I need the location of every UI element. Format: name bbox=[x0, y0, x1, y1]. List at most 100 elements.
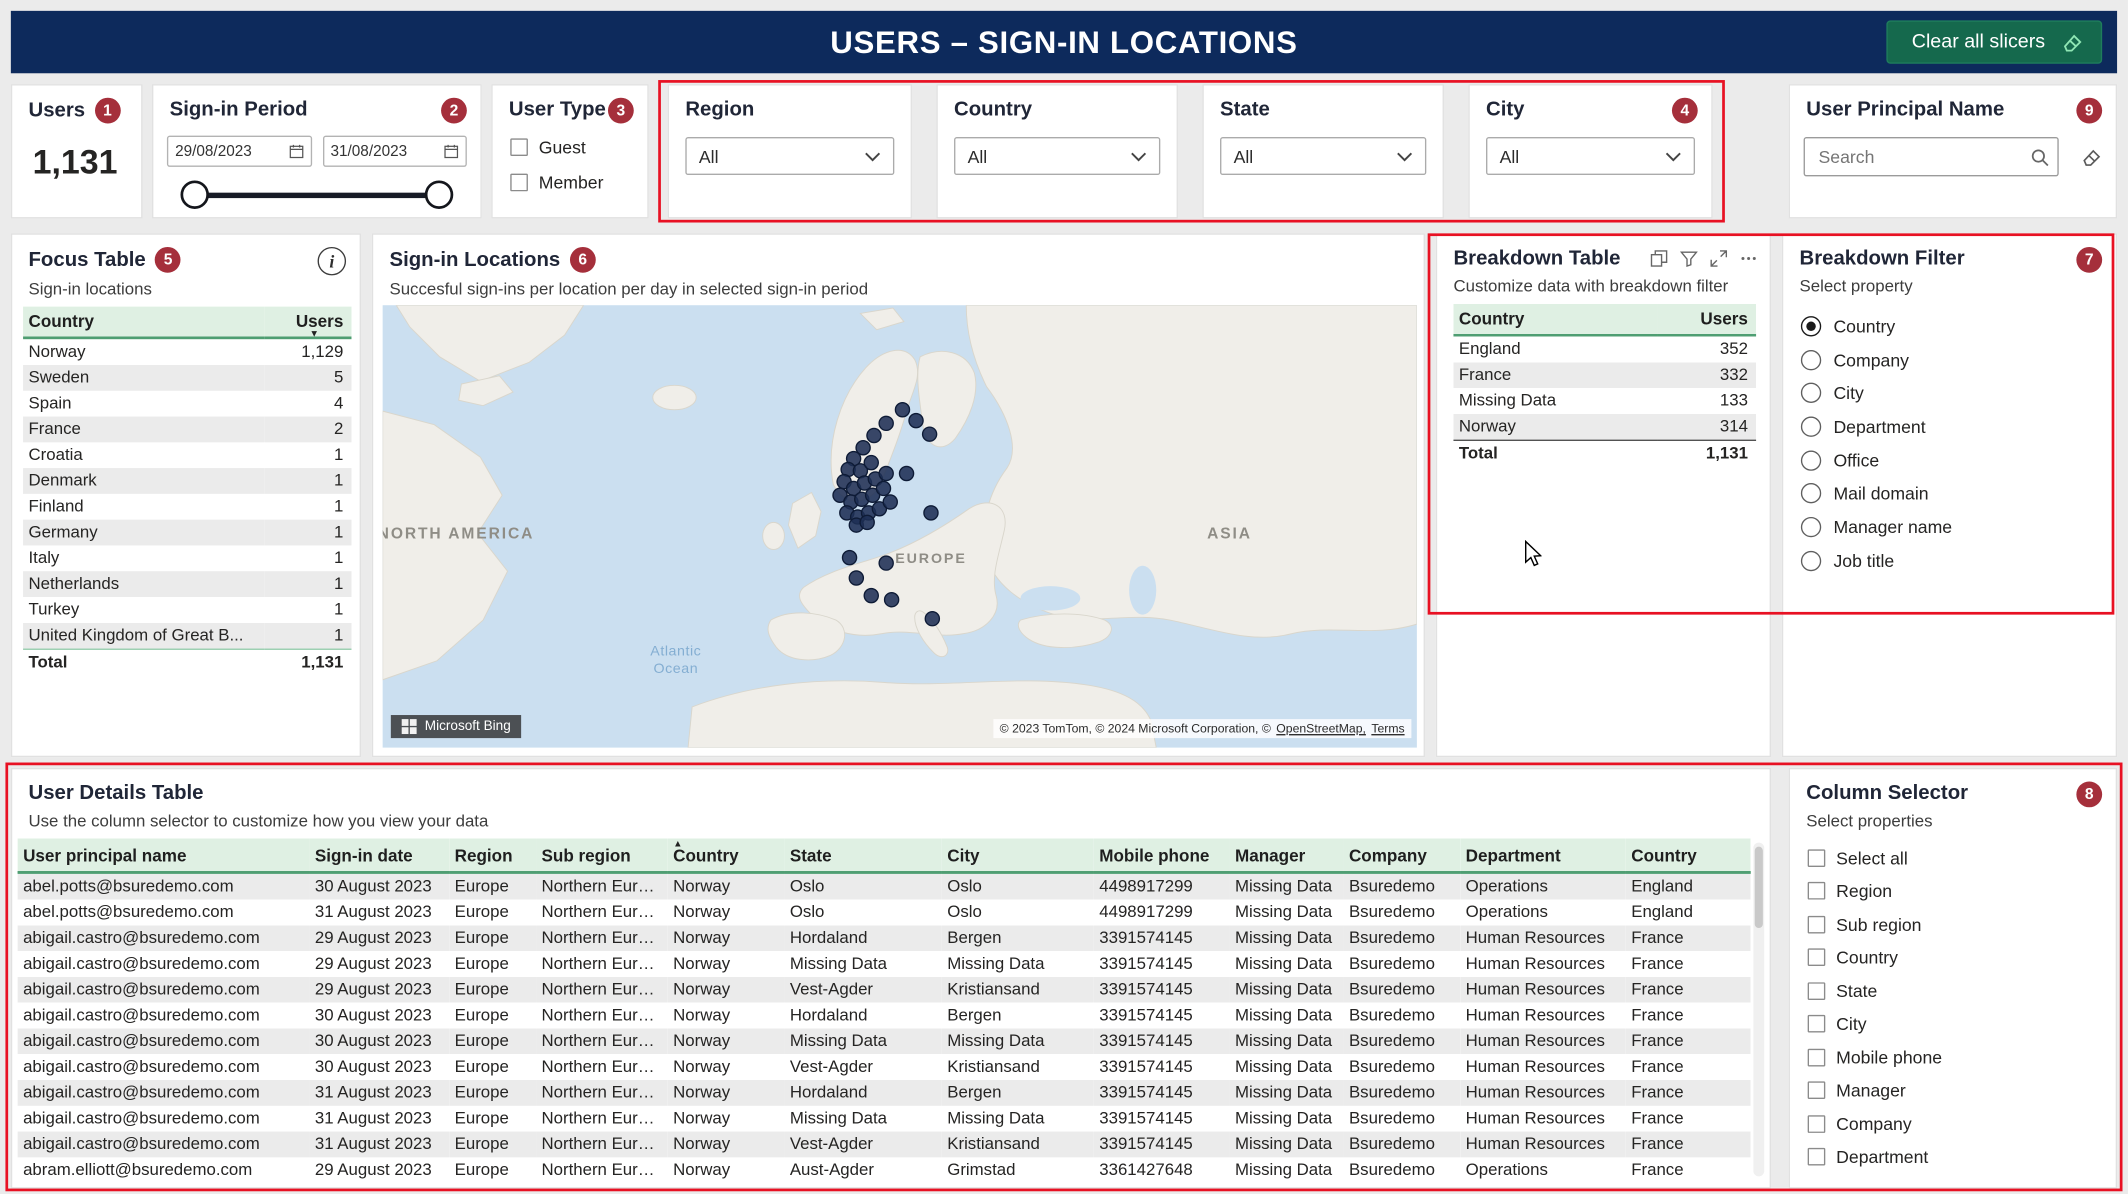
slider-handle-start[interactable] bbox=[180, 180, 208, 208]
column-header-manager[interactable]: Manager bbox=[1230, 839, 1344, 873]
scrollbar-thumb[interactable] bbox=[1755, 847, 1763, 928]
column-option-department[interactable]: Department bbox=[1790, 1140, 2116, 1173]
date-range-slider[interactable] bbox=[180, 179, 453, 212]
user-details-row[interactable]: abigail.castro@bsuredemo.com31 August 20… bbox=[18, 1131, 1751, 1157]
filter-icon[interactable] bbox=[1680, 250, 1698, 268]
user-details-row[interactable]: abigail.castro@bsuredemo.com29 August 20… bbox=[18, 977, 1751, 1003]
user-type-option-guest[interactable]: Guest bbox=[493, 129, 648, 164]
vertical-scrollbar[interactable] bbox=[1753, 843, 1764, 1177]
user-details-row[interactable]: abel.potts@bsuredemo.com31 August 2023Eu… bbox=[18, 900, 1751, 926]
signin-location-dot[interactable] bbox=[876, 481, 890, 495]
radio-option-job-title[interactable]: Job title bbox=[1783, 544, 2115, 577]
column-header-company[interactable]: Company bbox=[1344, 839, 1461, 873]
column-header-country[interactable]: Country bbox=[1626, 839, 1751, 873]
signin-location-dot[interactable] bbox=[924, 506, 938, 520]
column-option-state[interactable]: State bbox=[1790, 974, 2116, 1007]
signin-locations-map[interactable]: NORTH AMERICA EUROPE ASIA Atlantic Ocean bbox=[383, 305, 1417, 747]
focus-table-row[interactable]: Spain4 bbox=[23, 391, 351, 417]
user-details-row[interactable]: abigail.castro@bsuredemo.com31 August 20… bbox=[18, 1080, 1751, 1106]
column-header-users[interactable]: Users▼ bbox=[265, 307, 352, 338]
focus-table-row[interactable]: Finland1 bbox=[23, 494, 351, 520]
copy-icon[interactable] bbox=[1650, 250, 1668, 268]
upn-search-box[interactable] bbox=[1804, 137, 2059, 176]
radio-option-office[interactable]: Office bbox=[1783, 443, 2115, 476]
radio-option-department[interactable]: Department bbox=[1783, 410, 2115, 443]
column-header-country[interactable]: Country bbox=[23, 307, 265, 338]
radio-option-company[interactable]: Company bbox=[1783, 343, 2115, 376]
focus-table-row[interactable]: Netherlands1 bbox=[23, 571, 351, 597]
signin-location-dot[interactable] bbox=[860, 515, 874, 529]
column-option-country[interactable]: Country bbox=[1790, 941, 2116, 974]
signin-location-dot[interactable] bbox=[879, 466, 893, 480]
focus-table-row[interactable]: Germany1 bbox=[23, 520, 351, 546]
column-option-mobile-phone[interactable]: Mobile phone bbox=[1790, 1041, 2116, 1074]
terms-link[interactable]: Terms bbox=[1371, 722, 1404, 736]
signin-location-dot[interactable] bbox=[849, 571, 863, 585]
column-header-region[interactable]: Region bbox=[449, 839, 536, 873]
column-header-country[interactable]: Country▲ bbox=[668, 839, 785, 873]
focus-table-row[interactable]: Sweden5 bbox=[23, 365, 351, 391]
signin-location-dot[interactable] bbox=[864, 456, 878, 470]
user-details-row[interactable]: abigail.castro@bsuredemo.com29 August 20… bbox=[18, 925, 1751, 951]
column-option-company[interactable]: Company bbox=[1790, 1107, 2116, 1140]
user-type-option-member[interactable]: Member bbox=[493, 164, 648, 199]
column-option-manager[interactable]: Manager bbox=[1790, 1074, 2116, 1107]
focus-table-row[interactable]: Croatia1 bbox=[23, 442, 351, 468]
state-dropdown[interactable]: All bbox=[1220, 137, 1426, 175]
radio-option-country[interactable]: Country bbox=[1783, 309, 2115, 342]
column-option-region[interactable]: Region bbox=[1790, 874, 2116, 907]
breakdown-table-row[interactable]: France332 bbox=[1453, 362, 1756, 388]
column-header-sign-in-date[interactable]: Sign-in date bbox=[309, 839, 449, 873]
radio-option-manager-name[interactable]: Manager name bbox=[1783, 510, 2115, 543]
column-header-mobile-phone[interactable]: Mobile phone bbox=[1094, 839, 1230, 873]
eraser-icon[interactable] bbox=[2080, 145, 2103, 168]
clear-all-slicers-button[interactable]: Clear all slicers bbox=[1886, 20, 2102, 63]
end-date-input[interactable]: 31/08/2023 bbox=[322, 136, 467, 167]
column-header-user-principal-name[interactable]: User principal name bbox=[18, 839, 310, 873]
info-icon[interactable]: i bbox=[318, 247, 346, 275]
more-options-icon[interactable] bbox=[1740, 250, 1758, 268]
user-details-row[interactable]: abigail.castro@bsuredemo.com30 August 20… bbox=[18, 1054, 1751, 1080]
region-dropdown[interactable]: All bbox=[685, 137, 894, 175]
column-option-sub-region[interactable]: Sub region bbox=[1790, 908, 2116, 941]
signin-location-dot[interactable] bbox=[864, 589, 878, 603]
signin-location-dot[interactable] bbox=[925, 612, 939, 626]
user-details-row[interactable]: abel.potts@bsuredemo.com30 August 2023Eu… bbox=[18, 872, 1751, 899]
column-header-country[interactable]: Country bbox=[1453, 304, 1657, 335]
breakdown-table-row[interactable]: England352 bbox=[1453, 335, 1756, 362]
focus-table-row[interactable]: Denmark1 bbox=[23, 468, 351, 494]
signin-location-dot[interactable] bbox=[883, 495, 897, 509]
column-header-department[interactable]: Department bbox=[1460, 839, 1626, 873]
signin-location-dot[interactable] bbox=[923, 427, 937, 441]
column-header-state[interactable]: State bbox=[784, 839, 941, 873]
openstreetmap-link[interactable]: OpenStreetMap, bbox=[1276, 722, 1366, 736]
column-header-city[interactable]: City bbox=[942, 839, 1094, 873]
signin-location-dot[interactable] bbox=[885, 593, 899, 607]
column-option-select-all[interactable]: Select all bbox=[1790, 841, 2116, 874]
slider-handle-end[interactable] bbox=[425, 180, 453, 208]
search-input[interactable] bbox=[1816, 145, 2030, 168]
signin-location-dot[interactable] bbox=[899, 466, 913, 480]
signin-location-dot[interactable] bbox=[879, 556, 893, 570]
breakdown-table-row[interactable]: Norway314 bbox=[1453, 414, 1756, 440]
user-details-row[interactable]: abram.elliott@bsuredemo.com29 August 202… bbox=[18, 1157, 1751, 1183]
radio-option-city[interactable]: City bbox=[1783, 376, 2115, 409]
user-details-row[interactable]: abigail.castro@bsuredemo.com31 August 20… bbox=[18, 1106, 1751, 1132]
breakdown-table-row[interactable]: Missing Data133 bbox=[1453, 388, 1756, 414]
start-date-input[interactable]: 29/08/2023 bbox=[167, 136, 312, 167]
column-header-users[interactable]: Users bbox=[1657, 304, 1756, 335]
focus-table-row[interactable]: United Kingdom of Great B...1 bbox=[23, 623, 351, 649]
focus-table-row[interactable]: Turkey1 bbox=[23, 597, 351, 623]
focus-table-row[interactable]: Norway1,129 bbox=[23, 338, 351, 365]
signin-location-dot[interactable] bbox=[867, 428, 881, 442]
country-dropdown[interactable]: All bbox=[954, 137, 1160, 175]
focus-table-row[interactable]: Italy1 bbox=[23, 545, 351, 571]
focus-mode-icon[interactable] bbox=[1710, 250, 1728, 268]
city-dropdown[interactable]: All bbox=[1486, 137, 1695, 175]
user-details-row[interactable]: abigail.castro@bsuredemo.com30 August 20… bbox=[18, 1028, 1751, 1054]
signin-location-dot[interactable] bbox=[909, 414, 923, 428]
user-details-row[interactable]: abigail.castro@bsuredemo.com29 August 20… bbox=[18, 951, 1751, 977]
signin-location-dot[interactable] bbox=[879, 416, 893, 430]
signin-location-dot[interactable] bbox=[895, 403, 909, 417]
signin-location-dot[interactable] bbox=[842, 551, 856, 565]
